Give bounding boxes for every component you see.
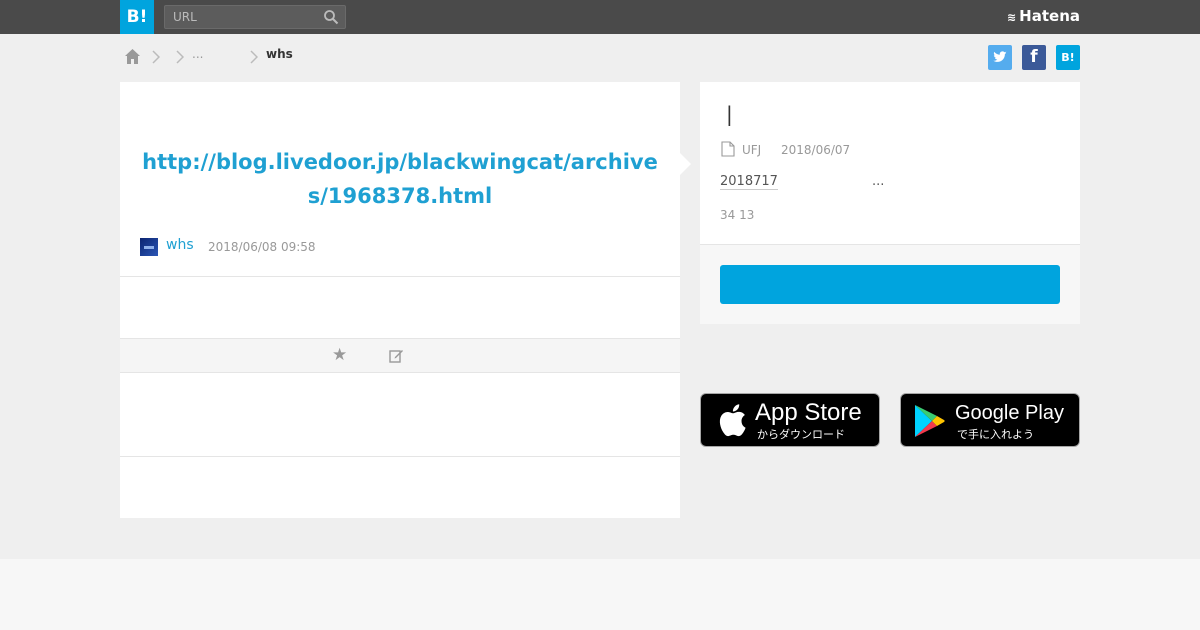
google-play-subtitle: で手に入れよう: [957, 428, 1034, 441]
twitter-icon: [993, 51, 1007, 62]
hatena-brand-link[interactable]: ≋ Hatena: [1007, 7, 1080, 25]
action-bar: ★: [120, 338, 680, 373]
edit-icon[interactable]: [389, 348, 404, 363]
page-footer: [0, 559, 1200, 630]
search-box[interactable]: [164, 5, 346, 29]
search-icon[interactable]: [323, 9, 339, 25]
hatena-brand-text: Hatena: [1019, 7, 1080, 25]
hatena-bookmark-logo[interactable]: B!: [120, 0, 154, 34]
entry-source[interactable]: UFJ: [742, 143, 761, 157]
divider: [120, 456, 680, 457]
document-icon: [721, 141, 735, 157]
chevron-right-icon: [250, 50, 258, 64]
entry-info-title[interactable]: |: [726, 102, 733, 126]
search-input[interactable]: [165, 6, 315, 28]
breadcrumb-item-ellipsis[interactable]: ...: [192, 47, 203, 61]
hatena-mark-icon: ≋: [1006, 11, 1017, 24]
entry-card: http://blog.livedoor.jp/blackwingcat/arc…: [120, 82, 680, 518]
entry-summary-link[interactable]: 2018717: [720, 174, 778, 190]
chevron-right-icon: [152, 50, 160, 64]
primary-action-button[interactable]: [720, 265, 1060, 304]
divider: [120, 276, 680, 277]
entry-date: 2018/06/07: [781, 143, 851, 157]
avatar[interactable]: [140, 238, 158, 256]
facebook-icon: f: [1030, 47, 1038, 67]
breadcrumb-item-current: whs: [266, 47, 293, 61]
entry-title-link[interactable]: http://blog.livedoor.jp/blackwingcat/arc…: [140, 145, 660, 213]
star-icon[interactable]: ★: [332, 347, 347, 364]
app-store-title: App Store: [755, 399, 862, 426]
home-icon[interactable]: [124, 48, 141, 65]
username-link[interactable]: whs: [166, 237, 194, 253]
google-play-badge[interactable]: Google Play で手に入れよう: [900, 393, 1080, 447]
card-pointer: [680, 153, 691, 175]
app-store-badge[interactable]: App Store からダウンロード: [700, 393, 880, 447]
google-play-icon: [915, 405, 945, 437]
twitter-share-button[interactable]: [988, 45, 1012, 70]
hatena-bookmark-icon: B!: [1061, 51, 1075, 64]
bookmark-timestamp: 2018/06/08 09:58: [208, 240, 316, 254]
entry-summary-ellipsis: ...: [872, 174, 885, 189]
chevron-right-icon: [176, 50, 184, 64]
google-play-title: Google Play: [955, 402, 1064, 424]
entry-counts: 34 13: [720, 208, 755, 222]
side-card-footer: [700, 244, 1080, 324]
app-store-subtitle: からダウンロード: [757, 428, 845, 441]
facebook-share-button[interactable]: f: [1022, 45, 1046, 70]
top-bar: B! ≋Hatena: [0, 0, 1200, 34]
entry-info-card: | UFJ 2018/06/07 2018717 ... 34 13: [700, 82, 1080, 324]
hatena-share-button[interactable]: B!: [1056, 45, 1080, 70]
apple-icon: [719, 404, 746, 437]
